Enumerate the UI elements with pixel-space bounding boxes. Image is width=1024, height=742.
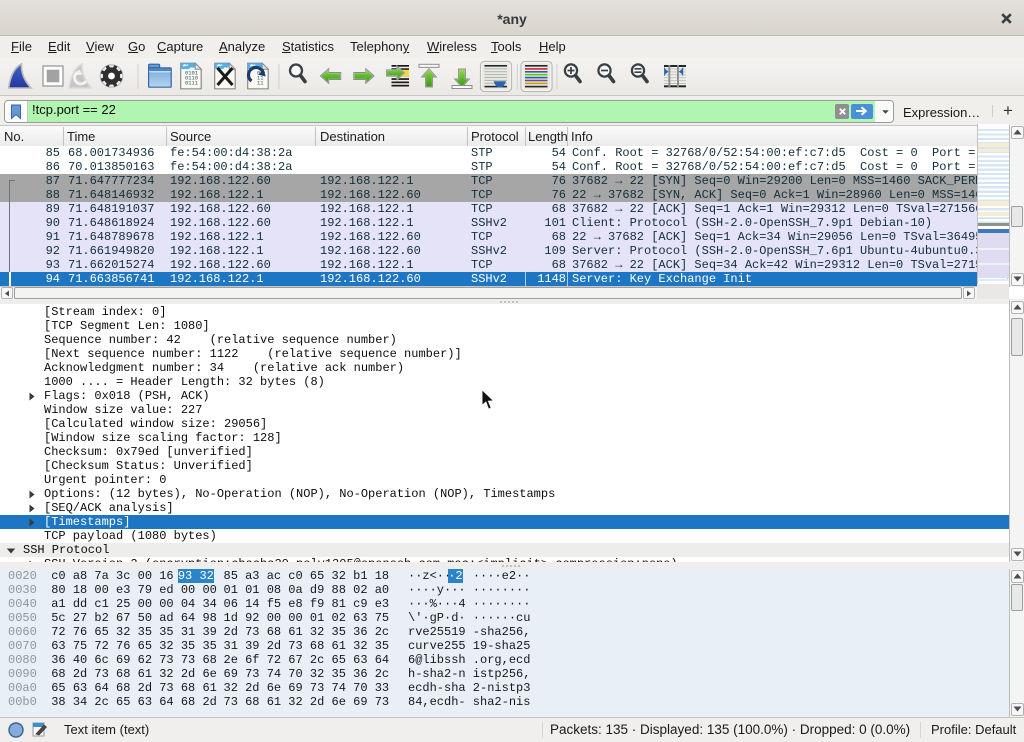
svg-text:0111: 0111 (185, 81, 198, 87)
svg-text:11: 11 (257, 81, 263, 87)
